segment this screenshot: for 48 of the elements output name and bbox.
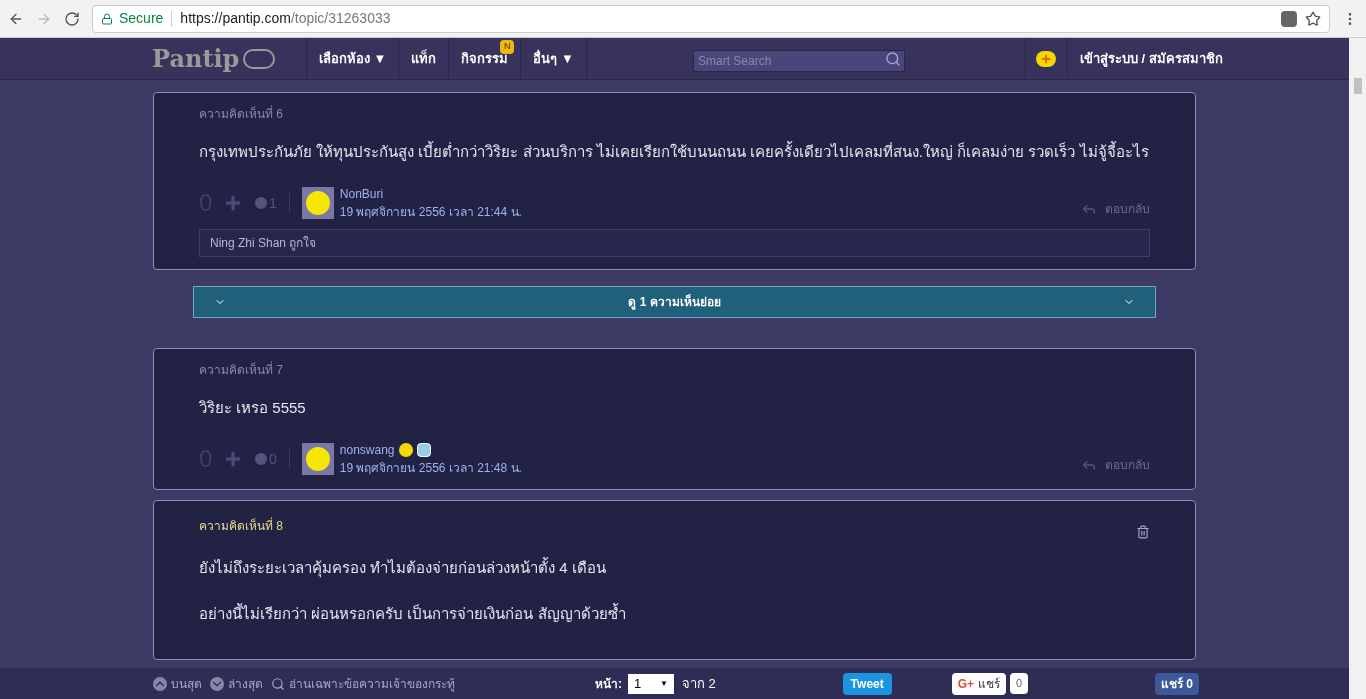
- comment-text: อย่างนี้ไม่เรียกว่า ผ่อนหรอกครับ เป็นการจ่ายเงินก่อน สัญญาด้วยซ้ำ: [199, 602, 627, 624]
- top-link[interactable]: บนสุด: [171, 674, 202, 693]
- emotion-count: 0: [269, 449, 277, 469]
- trash-icon[interactable]: [1136, 525, 1150, 539]
- lock-icon: [101, 12, 113, 25]
- page-label: หน้า:: [595, 675, 622, 693]
- comment-time: 19 พฤศจิกายน 2556 เวลา 21:44 น.: [339, 204, 522, 221]
- nav-menu-item[interactable]: อื่นๆ ▼: [521, 50, 586, 67]
- emotion-count: 1: [269, 193, 277, 213]
- secure-label: Secure: [119, 9, 164, 28]
- owner-only-link[interactable]: อ่านเฉพาะข้อความเจ้าของกระทู้: [289, 674, 455, 693]
- comment-text: ยังไม่ถึงระยะเวลาคุ้มครอง ทำไมต้องจ่ายก่อนล่วงหน้าตั้ง 4 เดือน: [199, 556, 607, 580]
- comment-text: วิริยะ เหรอ 5555: [199, 398, 307, 418]
- comment-number: ความคิดเห็นที่ 6: [199, 105, 283, 123]
- site-logo[interactable]: Pantip: [152, 40, 240, 77]
- bottom-link[interactable]: ล่างสุด: [228, 674, 263, 693]
- subcomments-bar[interactable]: ดู 1 ความเห็นย่อย: [193, 286, 1156, 318]
- page-select[interactable]: 1 ▼: [628, 673, 674, 694]
- nav-menu-item[interactable]: เลือกห้อง ▼: [307, 50, 399, 67]
- author-name[interactable]: nonswang: [339, 441, 395, 459]
- comment-time: 19 พฤศจิกายน 2556 เวลา 21:48 น.: [339, 460, 522, 477]
- gplus-share-button[interactable]: G+ แชร์: [951, 672, 1007, 695]
- facebook-share-button[interactable]: แชร์ 0: [1154, 672, 1199, 695]
- comment-number: ความคิดเห็นที่ 8: [199, 517, 283, 535]
- share-count: 0: [1010, 673, 1029, 694]
- avatar[interactable]: [301, 443, 334, 475]
- page-total: จาก 2: [682, 674, 716, 693]
- search-icon[interactable]: [884, 50, 901, 67]
- address-bar[interactable]: Secure https://pantip.com/topic/31263033: [92, 4, 1330, 33]
- down-icon[interactable]: [210, 676, 224, 691]
- login-link[interactable]: เข้าสู่ระบบ / สมัครสมาชิก: [1066, 38, 1235, 79]
- new-post-icon[interactable]: [1036, 50, 1057, 67]
- url-host: https://pantip.com: [180, 9, 291, 28]
- nav-menu-item[interactable]: แท็ก: [399, 50, 449, 67]
- up-icon[interactable]: [153, 676, 167, 691]
- star-icon[interactable]: [1305, 10, 1321, 27]
- author-name[interactable]: NonBuri: [339, 185, 384, 203]
- gplus-mark: G+: [957, 676, 975, 691]
- comment-number: ความคิดเห็นที่ 7: [199, 361, 283, 379]
- avatar[interactable]: [301, 187, 334, 219]
- search-field[interactable]: Smart Search: [692, 49, 905, 72]
- reload-icon[interactable]: [64, 10, 80, 27]
- new-badge: N: [500, 40, 515, 54]
- comment-text: กรุงเทพประกันภัย ให้ทุนประกันสูง เบี้ยต่ำกว่าวิริยะ ส่วนบริการ ไม่เคยเรียกใช้บนนถนน เคยครั้งเดียวไปเคลมที่สนง.ใหญ่ ก็เคลมง่าย รวดเร็ว ไม่จู้จี้อะไร: [199, 140, 1150, 164]
- url-path: /topic/31263033: [290, 9, 391, 28]
- likes-bar: Ning Zhi Shan ถูกใจ: [199, 229, 1150, 257]
- dropdown-arrow: ▼: [660, 677, 668, 690]
- search-icon[interactable]: [271, 676, 285, 691]
